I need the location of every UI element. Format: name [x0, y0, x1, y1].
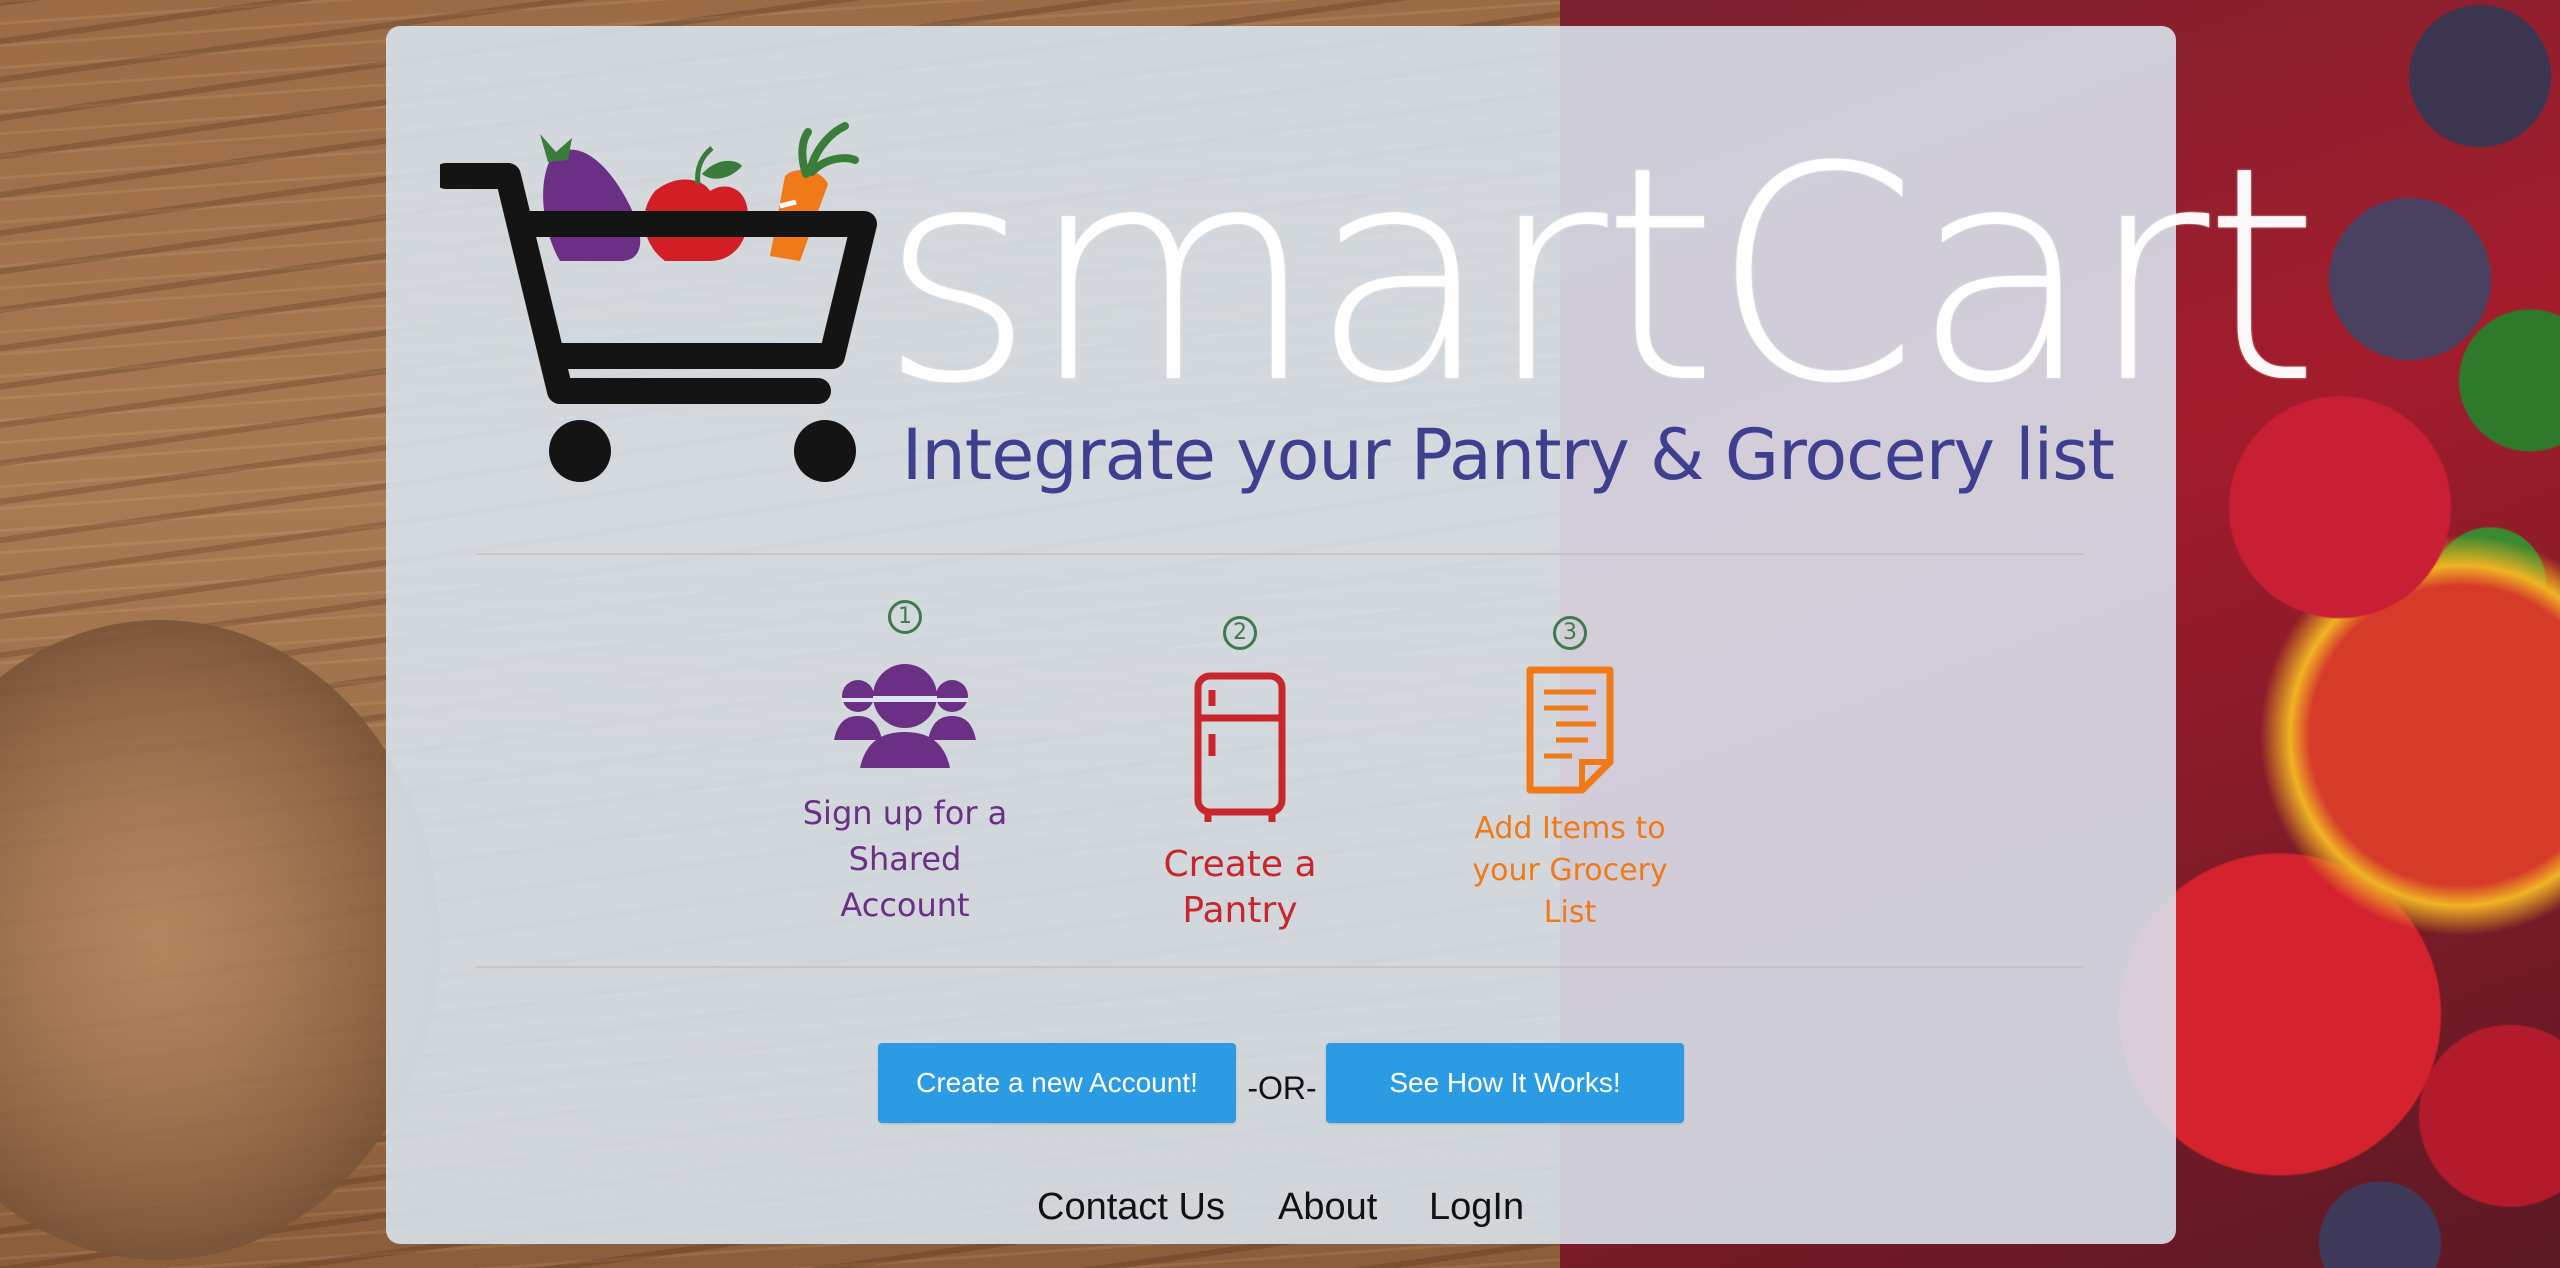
carrot-icon — [770, 122, 859, 261]
step-3: 3 Add Items to your Grocery List — [1450, 616, 1690, 934]
login-link[interactable]: LogIn — [1429, 1186, 1524, 1229]
create-account-button[interactable]: Create a new Account! — [878, 1043, 1236, 1123]
step-number-badge: 2 — [1223, 616, 1257, 650]
step-1-label-line2: Shared Account — [840, 840, 970, 924]
step-1-label-line1: Sign up for a — [802, 794, 1008, 832]
brand-tagline: Integrate your Pantry & Grocery list — [901, 414, 2115, 496]
contact-us-link[interactable]: Contact Us — [1037, 1186, 1225, 1229]
users-group-icon — [834, 664, 976, 768]
or-separator: -OR- — [1247, 1070, 1317, 1106]
refrigerator-icon — [1194, 672, 1286, 822]
step-number-badge: 3 — [1553, 616, 1587, 650]
step-3-label-line2: your Grocery List — [1472, 853, 1668, 930]
list-document-icon — [1526, 666, 1614, 794]
bottom-divider — [476, 966, 2084, 968]
apple-icon — [644, 146, 749, 261]
shopping-cart-logo-icon — [440, 122, 877, 482]
about-link[interactable]: About — [1278, 1186, 1377, 1229]
top-divider — [476, 553, 2084, 555]
step-2-label: Create a Pantry — [1163, 844, 1317, 931]
step-1: 1 Sign up for a Shared Account — [780, 600, 1030, 928]
step-3-label-line1: Add Items to — [1474, 811, 1666, 846]
see-how-it-works-button[interactable]: See How It Works! — [1326, 1043, 1684, 1123]
step-number-badge: 1 — [888, 600, 922, 634]
step-2: 2 Create a Pantry — [1120, 616, 1360, 934]
eggplant-icon — [540, 134, 641, 261]
brand-name: smartCart — [880, 103, 2320, 448]
